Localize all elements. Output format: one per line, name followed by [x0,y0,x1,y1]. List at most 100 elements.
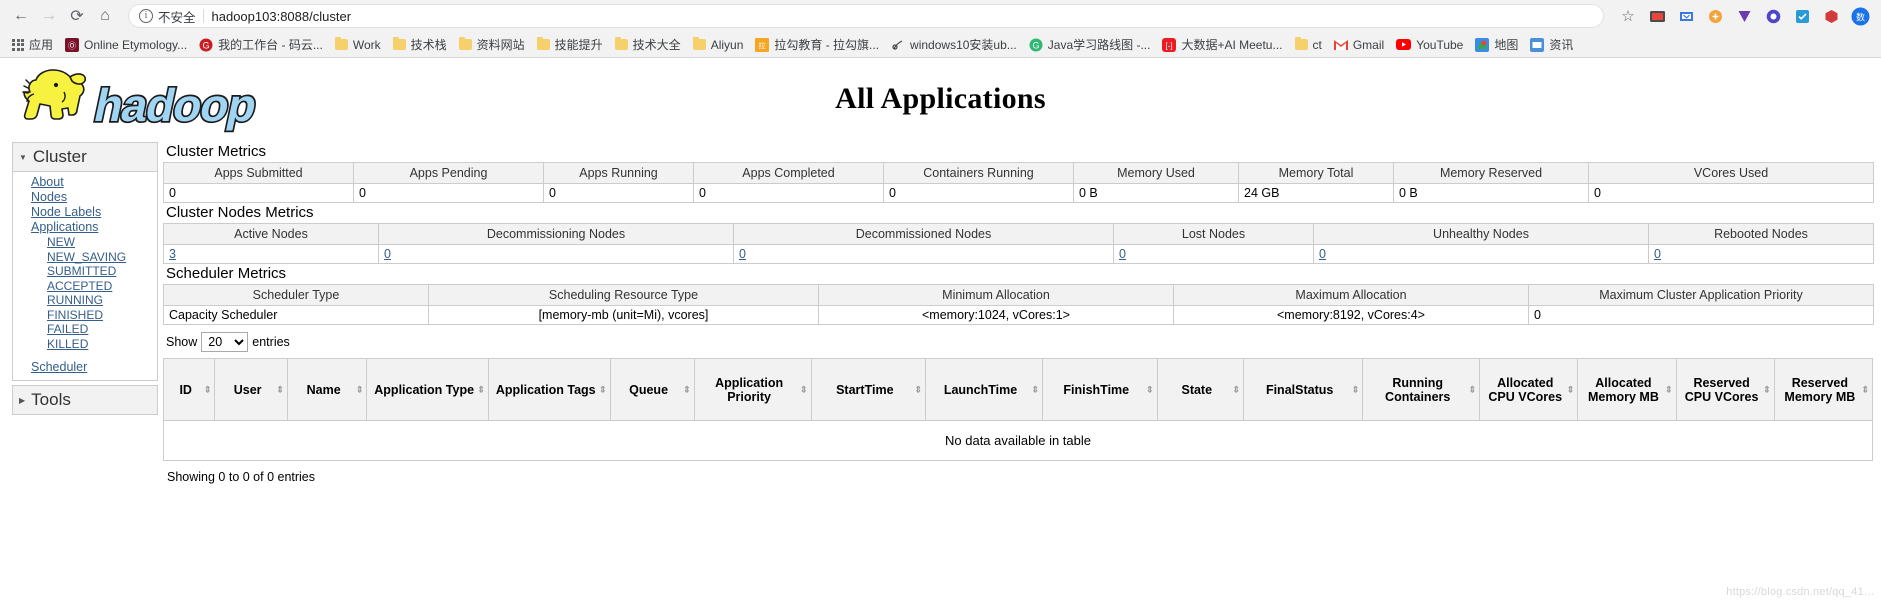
folder-icon [614,37,628,50]
lost-nodes-link[interactable]: 0 [1119,247,1126,261]
bookmark-apps[interactable]: 应用 [6,34,59,56]
bookmark-item[interactable]: G 我的工作台 - 码云... [193,34,329,56]
decommissioning-nodes-link[interactable]: 0 [384,247,391,261]
column-header: Decommissioned Nodes [733,223,1114,245]
column-header-launchtime[interactable]: LaunchTime ⇕ [925,358,1043,421]
page-size-select[interactable]: 20 40 60 80 100 [201,332,249,352]
column-header-application-type[interactable]: Application Type ⇕ [366,358,489,421]
sidebar-item-state-killed[interactable]: KILLED [13,337,157,352]
column-header-allocated-memory-mb[interactable]: Allocated Memory MB ⇕ [1577,358,1677,421]
sidebar-item-state-new-saving[interactable]: NEW_SAVING [13,250,157,265]
bookmark-item[interactable]: Ⓞ Online Etymology... [59,34,193,56]
reload-icon[interactable]: ⟳ [64,3,90,29]
bookmark-item[interactable]: 资讯 [1524,34,1579,56]
bookmark-item[interactable]: 地图 [1469,34,1524,56]
chevron-right-icon: ▶ [19,395,26,405]
svg-text:Ⓞ: Ⓞ [68,41,76,50]
bookmark-folder[interactable]: 技术大全 [609,34,687,56]
sidebar-cluster-panel: ▼ Cluster About Nodes Node Labels Applic… [12,142,158,381]
extension-icon-4[interactable] [1731,3,1757,29]
bookmark-folder[interactable]: 技能提升 [531,34,609,56]
column-header: Apps Pending [353,162,544,184]
column-header-state[interactable]: State ⇕ [1156,358,1245,421]
sort-icon: ⇕ [276,384,284,394]
sidebar-item-state-accepted[interactable]: ACCEPTED [13,279,157,294]
bookmark-item[interactable]: 拉 拉勾教育 - 拉勾旗... [749,34,885,56]
sidebar-section-cluster[interactable]: ▼ Cluster [13,143,157,172]
sidebar-item-state-running[interactable]: RUNNING [13,293,157,308]
column-header: Apps Running [543,162,694,184]
sidebar-item-scheduler[interactable]: Scheduler [13,360,157,375]
sort-icon: ⇕ [203,384,212,394]
column-header-starttime[interactable]: StartTime ⇕ [810,358,927,421]
metric-value: <memory:1024, vCores:1> [818,305,1174,325]
sidebar-item-node-labels[interactable]: Node Labels [13,205,157,220]
column-header-reserved-memory-mb[interactable]: Reserved Memory MB ⇕ [1773,358,1874,421]
sidebar-item-applications[interactable]: Applications [13,220,157,235]
sidebar-item-about[interactable]: About [13,175,157,190]
table-row: Capacity Scheduler [memory-mb (unit=Mi),… [163,305,1874,325]
bookmark-label: YouTube [1416,37,1464,52]
youtube-icon [1396,39,1412,50]
datatable-length-control: Show 20 40 60 80 100 entries [166,332,1881,352]
extension-icon-6[interactable] [1789,3,1815,29]
news-icon [1530,37,1545,52]
unhealthy-nodes-link[interactable]: 0 [1319,247,1326,261]
bookmark-folder[interactable]: 技术栈 [387,34,453,56]
bookmark-item[interactable]: windows10安装ub... [885,34,1023,56]
sidebar-section-tools[interactable]: ▶ Tools [13,386,157,414]
bookmark-star-icon[interactable]: ☆ [1615,3,1641,29]
bookmark-item[interactable]: [-] 大数据+AI Meetu... [1156,34,1288,56]
column-header-application-priority[interactable]: Application Priority ⇕ [693,358,812,421]
extension-icon-1[interactable] [1644,3,1670,29]
forward-icon[interactable]: → [36,3,62,29]
address-bar[interactable]: i 不安全 hadoop103:8088/cluster [128,4,1604,28]
hadoop-resourcemanager-page: hadoop All Applications ▼ Cluster About … [0,58,1881,600]
bookmark-item[interactable]: G Java学习路线图 -... [1023,34,1157,56]
extension-icon-7[interactable] [1818,3,1844,29]
bookmark-item[interactable]: Gmail [1328,34,1390,56]
info-icon[interactable]: i [139,9,153,23]
decommissioned-nodes-link[interactable]: 0 [739,247,746,261]
folder-icon [334,37,348,50]
back-icon[interactable]: ← [8,3,34,29]
column-header-reserved-cpu-vcores[interactable]: Reserved CPU VCores ⇕ [1675,358,1775,421]
rebooted-nodes-link[interactable]: 0 [1654,247,1661,261]
active-nodes-link[interactable]: 3 [169,247,176,261]
column-header-finalstatus[interactable]: FinalStatus ⇕ [1243,358,1364,421]
extension-icon-2[interactable] [1673,3,1699,29]
bookmark-label: 资料网站 [476,38,525,52]
bookmark-folder[interactable]: Work [329,34,387,56]
bookmark-label: Online Etymology... [84,37,188,52]
sort-icon: ⇕ [914,384,923,394]
bookmark-folder[interactable]: ct [1289,34,1328,56]
sidebar-item-state-failed[interactable]: FAILED [13,322,157,337]
bookmarks-bar: 应用 Ⓞ Online Etymology... G 我的工作台 - 码云...… [0,32,1881,58]
sort-icon: ⇕ [355,384,364,394]
column-header-running-containers[interactable]: Running Containers ⇕ [1362,358,1481,421]
browser-toolbar: ← → ⟳ ⌂ i 不安全 hadoop103:8088/cluster ☆ 数 [0,0,1881,32]
column-header-user[interactable]: User ⇕ [214,358,288,421]
column-header-queue[interactable]: Queue ⇕ [609,358,695,421]
home-icon[interactable]: ⌂ [92,3,118,29]
extension-icon-5[interactable] [1760,3,1786,29]
svg-text:拉: 拉 [759,41,766,50]
bookmark-item[interactable]: YouTube [1390,34,1469,56]
column-header-finishtime[interactable]: FinishTime ⇕ [1041,358,1158,421]
bookmark-folder[interactable]: Aliyun [687,34,750,56]
column-header-name[interactable]: Name ⇕ [286,358,368,421]
sort-icon: ⇕ [800,384,808,394]
bookmark-label: 资讯 [1549,38,1574,52]
extension-icon-3[interactable] [1702,3,1728,29]
column-header-id[interactable]: ID ⇕ [162,358,216,421]
scheduler-metrics-title: Scheduler Metrics [166,265,287,282]
bookmark-folder[interactable]: 资料网站 [453,34,531,56]
profile-avatar[interactable]: 数 [1847,3,1873,29]
column-header-application-tags[interactable]: Application Tags ⇕ [487,358,611,421]
sidebar-item-state-new[interactable]: NEW [13,235,157,250]
csdn-icon: G [1029,38,1043,52]
column-header-allocated-cpu-vcores[interactable]: Allocated CPU VCores ⇕ [1479,358,1579,421]
sidebar-item-state-submitted[interactable]: SUBMITTED [13,264,157,279]
sidebar-item-state-finished[interactable]: FINISHED [13,308,157,323]
sidebar-item-nodes[interactable]: Nodes [13,190,157,205]
